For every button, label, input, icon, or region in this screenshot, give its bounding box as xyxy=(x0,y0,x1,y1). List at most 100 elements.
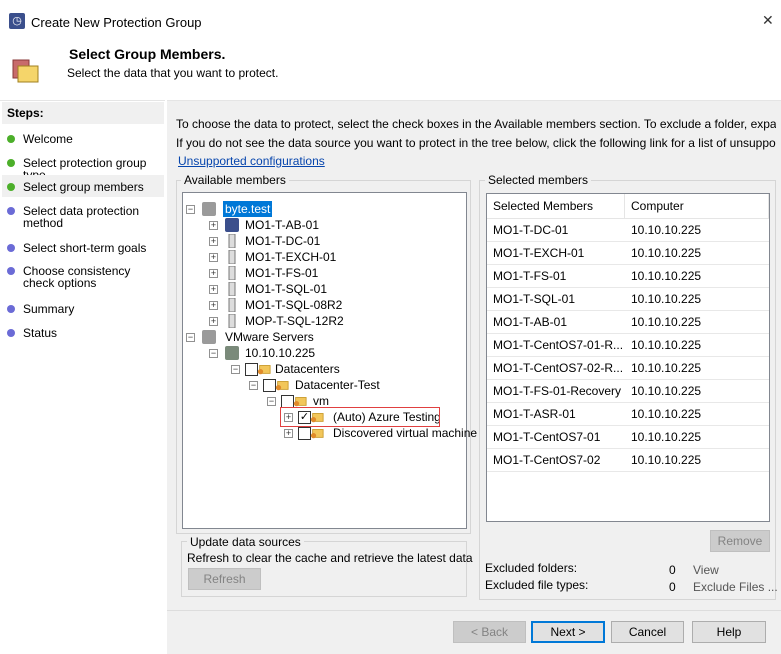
remove-button[interactable]: Remove xyxy=(710,530,770,552)
server-icon xyxy=(228,234,236,248)
collapse-icon[interactable]: − xyxy=(267,397,276,406)
computer-name: 10.10.10.225 xyxy=(631,223,702,237)
expand-icon[interactable]: + xyxy=(209,269,218,278)
step-status-icon xyxy=(7,329,15,337)
protection-group-icon xyxy=(12,59,39,83)
folder-icon xyxy=(293,397,307,407)
tree-node[interactable]: − byte.test xyxy=(183,201,463,217)
expand-icon[interactable]: + xyxy=(209,237,218,246)
expand-icon[interactable]: + xyxy=(209,221,218,230)
step-item: Select group members xyxy=(2,175,164,197)
member-name: MO1-T-FS-01-Recovery xyxy=(493,384,622,398)
collapse-icon[interactable]: − xyxy=(186,205,195,214)
exclude-files-link[interactable]: Exclude Files ... xyxy=(693,580,778,594)
table-row[interactable]: MO1-T-CentOS7-01-R... 10.10.10.225 xyxy=(487,334,769,357)
next-button[interactable]: Next > xyxy=(531,621,605,643)
selected-members-list[interactable]: Selected Members Computer MO1-T-DC-01 10.… xyxy=(486,193,770,522)
step-status-icon xyxy=(7,207,15,215)
column-header-computer[interactable]: Computer xyxy=(625,194,769,219)
tree-node-label: MO1-T-DC-01 xyxy=(245,234,321,248)
computer-name: 10.10.10.225 xyxy=(631,292,702,306)
view-excluded-link[interactable]: View xyxy=(693,563,719,577)
refresh-button[interactable]: Refresh xyxy=(188,568,261,590)
dpm-app-icon: ◷ xyxy=(9,13,25,29)
excluded-file-types-label: Excluded file types: xyxy=(485,578,589,592)
excluded-file-types-count: 0 xyxy=(669,580,676,594)
table-row[interactable]: MO1-T-FS-01 10.10.10.225 xyxy=(487,265,769,288)
member-name: MO1-T-CentOS7-02 xyxy=(493,453,601,467)
computer-name: 10.10.10.225 xyxy=(631,315,702,329)
table-row[interactable]: MO1-T-FS-01-Recovery 10.10.10.225 xyxy=(487,380,769,403)
tree-node[interactable]: + MO1-T-EXCH-01 xyxy=(183,249,463,265)
step-status-icon xyxy=(7,305,15,313)
step-label: Status xyxy=(23,326,58,340)
expand-icon[interactable]: + xyxy=(284,429,293,438)
table-row[interactable]: MO1-T-SQL-01 10.10.10.225 xyxy=(487,288,769,311)
computer-name: 10.10.10.225 xyxy=(631,338,702,352)
column-header-selected-members[interactable]: Selected Members xyxy=(487,194,625,219)
table-row[interactable]: MO1-T-CentOS7-01 10.10.10.225 xyxy=(487,426,769,449)
step-label: Select data protection method xyxy=(23,204,140,230)
tree-node[interactable]: − Datacenters xyxy=(183,361,463,377)
tree-node-label: Datacenters xyxy=(275,362,340,376)
domain-icon xyxy=(202,202,216,216)
server-icon xyxy=(228,298,236,312)
tree-node-label: Datacenter-Test xyxy=(295,378,380,392)
tree-node[interactable]: + MO1-T-AB-01 xyxy=(183,217,463,233)
table-row[interactable]: MO1-T-ASR-01 10.10.10.225 xyxy=(487,403,769,426)
collapse-icon[interactable]: − xyxy=(209,349,218,358)
tree-node[interactable]: + MO1-T-DC-01 xyxy=(183,233,463,249)
table-row[interactable]: MO1-T-DC-01 10.10.10.225 xyxy=(487,219,769,242)
collapse-icon[interactable]: − xyxy=(249,381,258,390)
member-name: MO1-T-EXCH-01 xyxy=(493,246,585,260)
page-title: Select Group Members. xyxy=(69,46,226,62)
step-item: Select short-term goals xyxy=(2,242,164,254)
back-button[interactable]: < Back xyxy=(453,621,526,643)
tree-node[interactable]: + ✓ (Auto) Azure Testing xyxy=(183,407,463,427)
tree-node-label: MO1-T-EXCH-01 xyxy=(245,250,337,264)
member-name: MO1-T-CentOS7-02-R... xyxy=(493,361,624,375)
computer-name: 10.10.10.225 xyxy=(631,407,702,421)
excluded-folders-count: 0 xyxy=(669,563,676,577)
intro-line-2: If you do not see the data source you wa… xyxy=(176,136,776,150)
collapse-icon[interactable]: − xyxy=(231,365,240,374)
expand-icon[interactable]: + xyxy=(209,317,218,326)
intro-line-1: To choose the data to protect, select th… xyxy=(176,117,776,131)
available-members-tree[interactable]: − byte.test + MO1-T-AB-01 + MO1-T-DC-01 + MO1-T… xyxy=(182,192,477,529)
table-row[interactable]: MO1-T-CentOS7-02-R... 10.10.10.225 xyxy=(487,357,769,380)
collapse-icon[interactable]: − xyxy=(186,333,195,342)
folder-icon xyxy=(310,429,324,439)
step-status-icon xyxy=(7,183,15,191)
member-name: MO1-T-SQL-01 xyxy=(493,292,576,306)
expand-icon[interactable]: + xyxy=(209,253,218,262)
expand-icon[interactable]: + xyxy=(209,285,218,294)
domain-icon xyxy=(202,330,216,344)
tree-node[interactable]: − VMware Servers xyxy=(183,329,463,345)
tree-node[interactable]: + MO1-T-FS-01 xyxy=(183,265,463,281)
computer-name: 10.10.10.225 xyxy=(631,453,702,467)
tree-node-label: byte.test xyxy=(223,201,273,217)
title-bar: ◷ Create New Protection Group ✕ xyxy=(0,0,781,44)
step-label: Summary xyxy=(23,302,75,316)
expand-icon[interactable]: + xyxy=(209,301,218,310)
cancel-button[interactable]: Cancel xyxy=(611,621,684,643)
folder-icon xyxy=(257,365,271,375)
member-name: MO1-T-ASR-01 xyxy=(493,407,576,421)
tree-node[interactable]: − 10.10.10.225 xyxy=(183,345,463,361)
help-button[interactable]: Help xyxy=(692,621,766,643)
tree-node[interactable]: − Datacenter-Test xyxy=(183,377,463,393)
tree-node[interactable]: + Discovered virtual machine xyxy=(183,425,477,441)
table-row[interactable]: MO1-T-CentOS7-02 10.10.10.225 xyxy=(487,449,769,472)
tree-node-label: MO1-T-SQL-01 xyxy=(245,282,328,296)
member-name: MO1-T-CentOS7-01-R... xyxy=(493,338,624,352)
server-icon xyxy=(228,250,236,264)
tree-node[interactable]: + MO1-T-SQL-08R2 xyxy=(183,297,463,313)
table-row[interactable]: MO1-T-EXCH-01 10.10.10.225 xyxy=(487,242,769,265)
tree-node[interactable]: + MO1-T-SQL-01 xyxy=(183,281,463,297)
dpm-server-icon xyxy=(225,218,239,232)
tree-node-label: MO1-T-AB-01 xyxy=(245,218,320,232)
close-button[interactable]: ✕ xyxy=(762,12,774,29)
unsupported-configurations-link[interactable]: Unsupported configurations xyxy=(178,154,325,168)
tree-node[interactable]: + MOP-T-SQL-12R2 xyxy=(183,313,463,329)
table-row[interactable]: MO1-T-AB-01 10.10.10.225 xyxy=(487,311,769,334)
